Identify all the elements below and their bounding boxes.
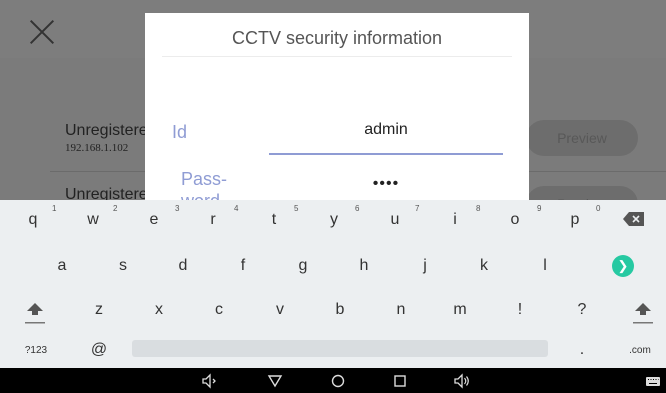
backspace-icon[interactable] [622, 211, 646, 227]
key-e[interactable]: e [139, 211, 169, 229]
key-hint: 0 [596, 204, 601, 213]
recents-icon[interactable] [392, 373, 408, 389]
key-f[interactable]: f [228, 257, 258, 275]
dialog-title: CCTV security information [231, 28, 443, 48]
title-divider [162, 56, 512, 57]
key-exclamation[interactable]: ! [505, 301, 535, 319]
key-u[interactable]: u [380, 211, 410, 229]
key-r[interactable]: r [198, 211, 228, 229]
dotcom-key[interactable]: .com [620, 345, 660, 356]
preview-button[interactable]: Preview [526, 120, 638, 156]
key-y[interactable]: y [319, 211, 349, 229]
key-hint: 9 [537, 204, 542, 213]
key-hint: 3 [175, 204, 180, 213]
back-icon[interactable] [267, 373, 283, 389]
symbols-key[interactable]: ?123 [16, 345, 56, 356]
volume-down-icon[interactable] [201, 373, 217, 389]
key-n[interactable]: n [386, 301, 416, 319]
key-h[interactable]: h [349, 257, 379, 275]
key-hint: 4 [234, 204, 239, 213]
key-hint: 7 [415, 204, 420, 213]
key-g[interactable]: g [288, 257, 318, 275]
close-icon[interactable] [28, 18, 56, 46]
key-v[interactable]: v [265, 301, 295, 319]
key-o[interactable]: o [500, 211, 530, 229]
security-dialog: CCTV security information Id admin Pass-… [145, 13, 529, 200]
password-label: Pass- word [181, 169, 228, 200]
key-b[interactable]: b [325, 301, 355, 319]
id-input-underline [269, 153, 503, 155]
key-hint: 6 [355, 204, 360, 213]
key-z[interactable]: z [84, 301, 114, 319]
camera-name: Unregistered [65, 122, 157, 139]
id-input[interactable]: admin [269, 121, 503, 139]
password-input[interactable]: •••• [269, 175, 503, 193]
key-j[interactable]: j [410, 257, 440, 275]
id-label: Id [172, 122, 188, 142]
camera-ip: 192.168.1.102 [65, 142, 129, 154]
space-bar[interactable] [132, 340, 548, 357]
key-d[interactable]: d [168, 257, 198, 275]
system-nav-bar [0, 368, 666, 393]
key-p[interactable]: p [560, 211, 590, 229]
enter-icon[interactable]: ❯ [612, 255, 634, 277]
volume-up-icon[interactable] [454, 373, 470, 389]
key-hint: 5 [294, 204, 299, 213]
home-icon[interactable] [330, 373, 346, 389]
key-period[interactable]: . [567, 341, 597, 359]
key-a[interactable]: a [47, 257, 77, 275]
key-i[interactable]: i [440, 211, 470, 229]
key-hint: 2 [113, 204, 118, 213]
key-q[interactable]: q [18, 211, 48, 229]
key-w[interactable]: w [78, 211, 108, 229]
key-x[interactable]: x [144, 301, 174, 319]
keyboard-icon[interactable] [645, 373, 661, 389]
key-t[interactable]: t [259, 211, 289, 229]
key-hint: 8 [476, 204, 481, 213]
shift-icon[interactable] [24, 299, 46, 329]
soft-keyboard: q 1 w 2 e 3 r 4 t 5 y 6 u 7 i 8 o 9 p 0 … [0, 200, 666, 368]
key-hint: 1 [52, 204, 57, 213]
key-c[interactable]: c [204, 301, 234, 319]
key-at[interactable]: @ [84, 341, 114, 359]
key-k[interactable]: k [469, 257, 499, 275]
shift-icon[interactable] [632, 299, 654, 329]
key-question[interactable]: ? [567, 301, 597, 319]
key-m[interactable]: m [445, 301, 475, 319]
key-s[interactable]: s [108, 257, 138, 275]
key-l[interactable]: l [530, 257, 560, 275]
